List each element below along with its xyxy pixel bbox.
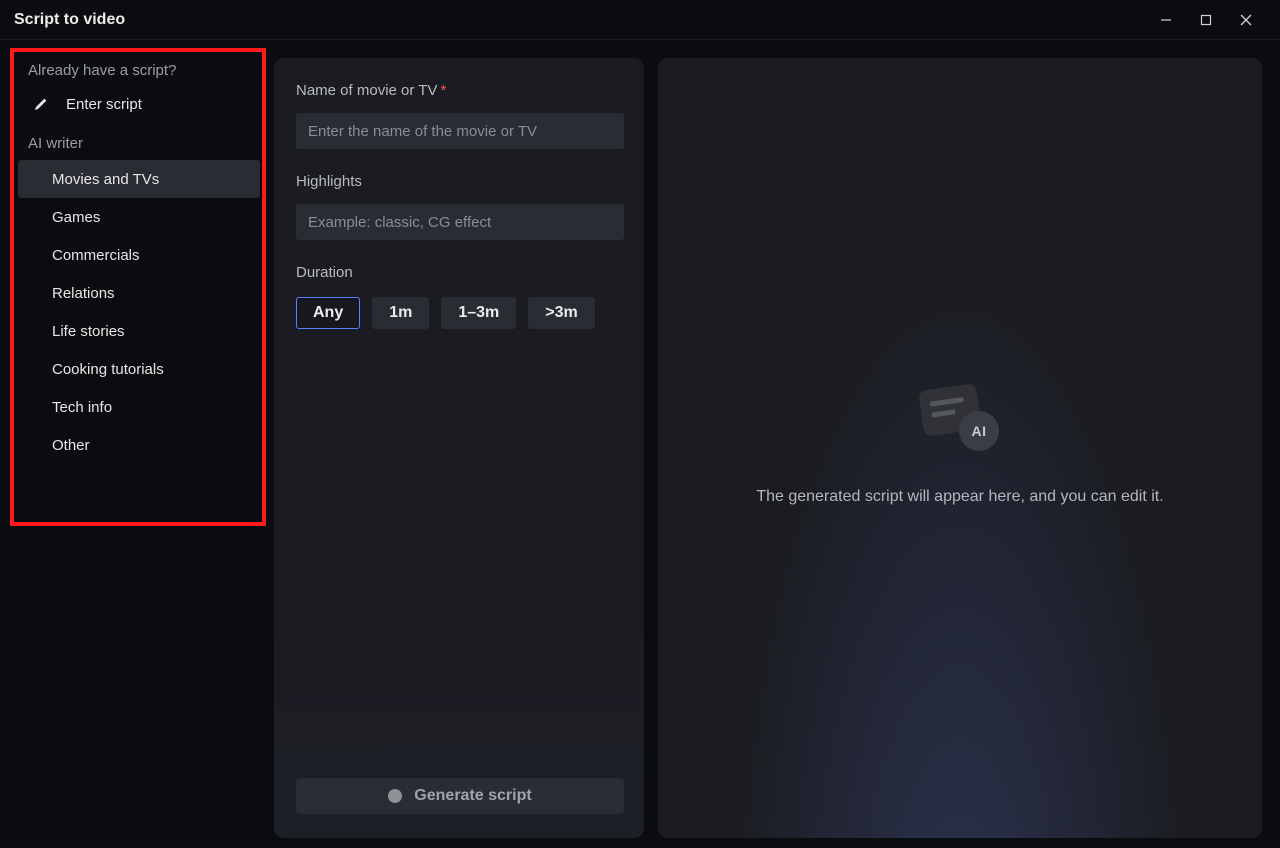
preview-placeholder: AI The generated script will appear here… (756, 387, 1163, 508)
pencil-icon (32, 96, 50, 112)
ai-badge-icon: AI (959, 411, 999, 451)
name-field-label: Name of movie or TV* (296, 82, 622, 99)
sidebar-item-label: Cooking tutorials (52, 361, 164, 378)
sidebar-item-ai-7[interactable]: Other (18, 426, 260, 464)
sidebar-section-ai-writer: AI writer (18, 129, 260, 158)
sidebar-section-have-script: Already have a script? (18, 58, 260, 85)
minimize-icon (1160, 14, 1172, 26)
close-icon (1240, 14, 1252, 26)
window-close-button[interactable] (1226, 0, 1266, 40)
duration-options: Any 1m 1–3m >3m (296, 297, 622, 329)
sidebar-item-label: Games (52, 209, 100, 226)
sidebar-item-label: Relations (52, 285, 115, 302)
highlights-field-label: Highlights (296, 173, 622, 190)
sidebar-item-label: Commercials (52, 247, 140, 264)
duration-chip-1[interactable]: 1m (372, 297, 429, 329)
ai-script-graphic: AI (921, 387, 999, 451)
generate-button-label: Generate script (414, 787, 531, 805)
sidebar-item-ai-6[interactable]: Tech info (18, 388, 260, 426)
sidebar-item-ai-0[interactable]: Movies and TVs (18, 160, 260, 198)
sidebar-ai-list: Movies and TVs Games Commercials Relations L… (18, 160, 260, 464)
sidebar-item-ai-4[interactable]: Life stories (18, 312, 260, 350)
sidebar-item-label: Life stories (52, 323, 125, 340)
duration-chip-0[interactable]: Any (296, 297, 360, 329)
window-minimize-button[interactable] (1146, 0, 1186, 40)
titlebar: Script to video (0, 0, 1280, 40)
highlights-input[interactable] (296, 204, 624, 240)
movie-name-input[interactable] (296, 113, 624, 149)
preview-placeholder-text: The generated script will appear here, a… (756, 485, 1163, 508)
sidebar-item-label: Movies and TVs (52, 171, 159, 188)
window-title: Script to video (14, 11, 125, 29)
sidebar-item-ai-5[interactable]: Cooking tutorials (18, 350, 260, 388)
sidebar-item-label: Other (52, 437, 90, 454)
required-marker: * (440, 82, 446, 99)
sidebar-item-ai-2[interactable]: Commercials (18, 236, 260, 274)
maximize-icon (1200, 14, 1212, 26)
sidebar-item-label: Enter script (66, 96, 142, 113)
spinner-icon (388, 789, 402, 803)
duration-chip-2[interactable]: 1–3m (441, 297, 516, 329)
window-maximize-button[interactable] (1186, 0, 1226, 40)
form-panel: Name of movie or TV* Highlights Duration… (274, 58, 644, 838)
preview-panel: AI The generated script will appear here… (658, 58, 1262, 838)
sidebar: Already have a script? Enter script AI w… (18, 58, 260, 838)
sidebar-item-enter-script[interactable]: Enter script (18, 85, 260, 123)
sidebar-item-label: Tech info (52, 399, 112, 416)
generate-script-button[interactable]: Generate script (296, 778, 624, 814)
sidebar-item-ai-1[interactable]: Games (18, 198, 260, 236)
duration-chip-3[interactable]: >3m (528, 297, 594, 329)
sidebar-item-ai-3[interactable]: Relations (18, 274, 260, 312)
duration-field-label: Duration (296, 264, 622, 281)
